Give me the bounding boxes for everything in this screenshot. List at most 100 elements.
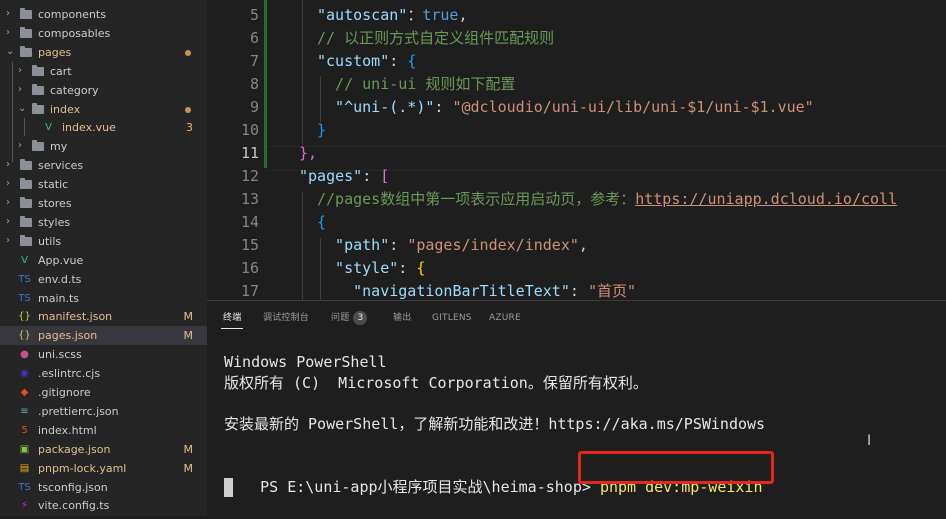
- tree-item-index-vue[interactable]: Vindex.vue 3: [0, 118, 207, 137]
- code-line: }: [317, 121, 327, 139]
- terminal-line-install-hint: 安装最新的 PowerShell，了解新功能和改进！https://aka.ms…: [224, 415, 766, 433]
- tree-item-styles[interactable]: › styles: [0, 213, 207, 232]
- tree-indent-guide: [24, 118, 25, 136]
- modified-dot-icon: [185, 49, 191, 56]
- chevron-right-icon[interactable]: ›: [6, 235, 16, 247]
- git-status-badge: M: [183, 461, 194, 475]
- tree-item-stores[interactable]: › stores: [0, 194, 207, 213]
- code-line: //pages数组中第一项表示应用启动页，参考：https://uniapp.d…: [317, 190, 898, 208]
- line-number: 16: [240, 259, 259, 277]
- explorer-sidebar: › components › composables ⌄ pages › cart › categ…: [0, 0, 207, 516]
- tree-item-pnpm-lock-yaml[interactable]: ▤ pnpm-lock.yaml M: [0, 459, 207, 478]
- tree-item-cart[interactable]: › cart: [0, 62, 207, 81]
- code-line: "^uni-(.*)": "@dcloudio/uni-ui/lib/uni-$…: [317, 98, 814, 116]
- panel-tab-1[interactable]: 调试控制台: [263, 311, 309, 325]
- panel-tab-2[interactable]: 问题 3: [331, 311, 368, 325]
- code-line: "autoscan"：true,: [317, 6, 468, 24]
- scss-file-icon: ●: [20, 349, 29, 361]
- tree-item-gitignore[interactable]: ◆ .gitignore: [0, 383, 207, 402]
- tsconfig-file-icon: TS: [18, 481, 31, 493]
- line-number: 7: [249, 52, 259, 70]
- tree-item-services[interactable]: › services: [0, 156, 207, 175]
- tree-item-label: styles: [38, 215, 71, 229]
- tree-item-composables[interactable]: › composables: [0, 24, 207, 43]
- tree-item-static[interactable]: › static: [0, 175, 207, 194]
- tree-item-pages-json[interactable]: {} pages.json M: [0, 326, 207, 346]
- pkg-file-icon: ▣: [19, 443, 30, 455]
- code-line: },: [299, 144, 318, 162]
- code-line: "path": "pages/index/index",: [317, 236, 588, 254]
- tree-item-components[interactable]: › components: [0, 5, 207, 24]
- active-tab-underline: [221, 328, 243, 329]
- chevron-right-icon[interactable]: ›: [18, 84, 28, 96]
- folder-icon: [32, 102, 44, 114]
- tree-item-package-json[interactable]: ▣ package.json M: [0, 440, 207, 459]
- terminal-line-copyright: 版权所有 (C) Microsoft Corporation。保留所有权利。: [224, 374, 648, 392]
- line-number: 14: [240, 213, 259, 231]
- folder-icon: [32, 83, 44, 95]
- chevron-down-icon[interactable]: ⌄: [6, 46, 16, 58]
- tree-item-vite-config-ts[interactable]: ⚡ vite.config.ts: [0, 496, 207, 515]
- terminal-prompt: PS E:\uni-app小程序项目实战\heima-shop>: [260, 478, 600, 496]
- line-number: 9: [249, 98, 259, 116]
- tree-item-label: pages.json: [38, 329, 98, 343]
- line-number: 5: [249, 6, 259, 24]
- line-number: 8: [249, 75, 259, 93]
- tree-item-env-d-ts[interactable]: TS env.d.ts: [0, 270, 207, 289]
- tree-item-utils[interactable]: › utils: [0, 232, 207, 251]
- tree-item-label: index.vue: [62, 121, 116, 135]
- modified-dot-icon: [185, 106, 191, 113]
- git-status-badge: 3: [186, 121, 193, 135]
- git-file-icon: ◆: [20, 387, 29, 398]
- tree-item-app-vue[interactable]: V App.vue: [0, 251, 207, 270]
- code-editor[interactable]: 5 "autoscan"：true, 6 // 以正则方式自定义组件匹配规则 7 "cus…: [207, 0, 946, 300]
- panel-tab-3[interactable]: 输出: [393, 311, 411, 325]
- tree-item-main-ts[interactable]: TS main.ts: [0, 289, 207, 308]
- chevron-right-icon[interactable]: ›: [6, 8, 16, 20]
- command-highlight-box: [578, 451, 774, 484]
- tree-item-uni-scss[interactable]: ● uni.scss: [0, 345, 207, 364]
- chevron-right-icon[interactable]: ›: [6, 159, 16, 171]
- panel-tab-4[interactable]: GITLENS: [432, 311, 472, 325]
- tree-item-label: tsconfig.json: [38, 480, 108, 494]
- chevron-right-icon[interactable]: ›: [6, 178, 16, 190]
- bottom-panel: 终端 调试控制台 问题 3 输出 GITLENS AZURE Windows PowerSh…: [207, 300, 946, 517]
- chevron-right-icon[interactable]: ›: [6, 216, 16, 228]
- tree-item-eslintrc-cjs[interactable]: ◉ .eslintrc.cjs: [0, 364, 207, 383]
- tree-item-label: .eslintrc.cjs: [38, 367, 101, 381]
- chevron-right-icon[interactable]: ›: [18, 140, 28, 152]
- tree-item-my[interactable]: › my: [0, 137, 207, 156]
- prettier-file-icon: ≡: [20, 405, 29, 417]
- tree-item-prettierrc-json[interactable]: ≡ .prettierrc.json: [0, 402, 207, 421]
- tree-item-label: vite.config.ts: [38, 499, 110, 513]
- json-file-icon: {}: [18, 311, 31, 323]
- tree-item-pages[interactable]: ⌄ pages: [0, 43, 207, 62]
- vue-file-icon: V: [45, 122, 52, 134]
- tree-item-manifest-json[interactable]: {} manifest.json M: [0, 307, 207, 326]
- tree-item-label: .gitignore: [38, 386, 91, 399]
- chevron-right-icon[interactable]: ›: [18, 65, 28, 77]
- chevron-right-icon[interactable]: ›: [6, 27, 16, 39]
- tree-item-label: composables: [38, 26, 111, 40]
- panel-tab-5[interactable]: AZURE: [489, 311, 521, 325]
- yaml-file-icon: ▤: [19, 462, 30, 474]
- tree-item-label: utils: [38, 234, 62, 248]
- tree-item-label: cart: [50, 64, 72, 78]
- html-file-icon: 5: [21, 424, 28, 436]
- folder-icon: [20, 178, 32, 190]
- code-line: "navigationBarTitleText": "首页": [317, 282, 636, 300]
- tree-item-label: index.html: [38, 423, 97, 437]
- tree-item-index[interactable]: ⌄ index: [0, 100, 207, 119]
- tree-item-label: env.d.ts: [38, 272, 82, 286]
- panel-tab-0[interactable]: 终端: [223, 311, 241, 325]
- tree-item-label: package.json: [38, 442, 111, 456]
- chevron-right-icon[interactable]: ›: [6, 197, 16, 209]
- tree-item-category[interactable]: › category: [0, 81, 207, 100]
- line-number: 10: [240, 121, 259, 139]
- line-number: 17: [240, 282, 259, 300]
- chevron-down-icon[interactable]: ⌄: [18, 103, 28, 115]
- tree-item-label: .prettierrc.json: [38, 404, 119, 418]
- tree-item-tsconfig-json[interactable]: TS tsconfig.json: [0, 478, 207, 497]
- git-status-badge: M: [183, 329, 194, 343]
- tree-item-index-html[interactable]: 5 index.html: [0, 421, 207, 440]
